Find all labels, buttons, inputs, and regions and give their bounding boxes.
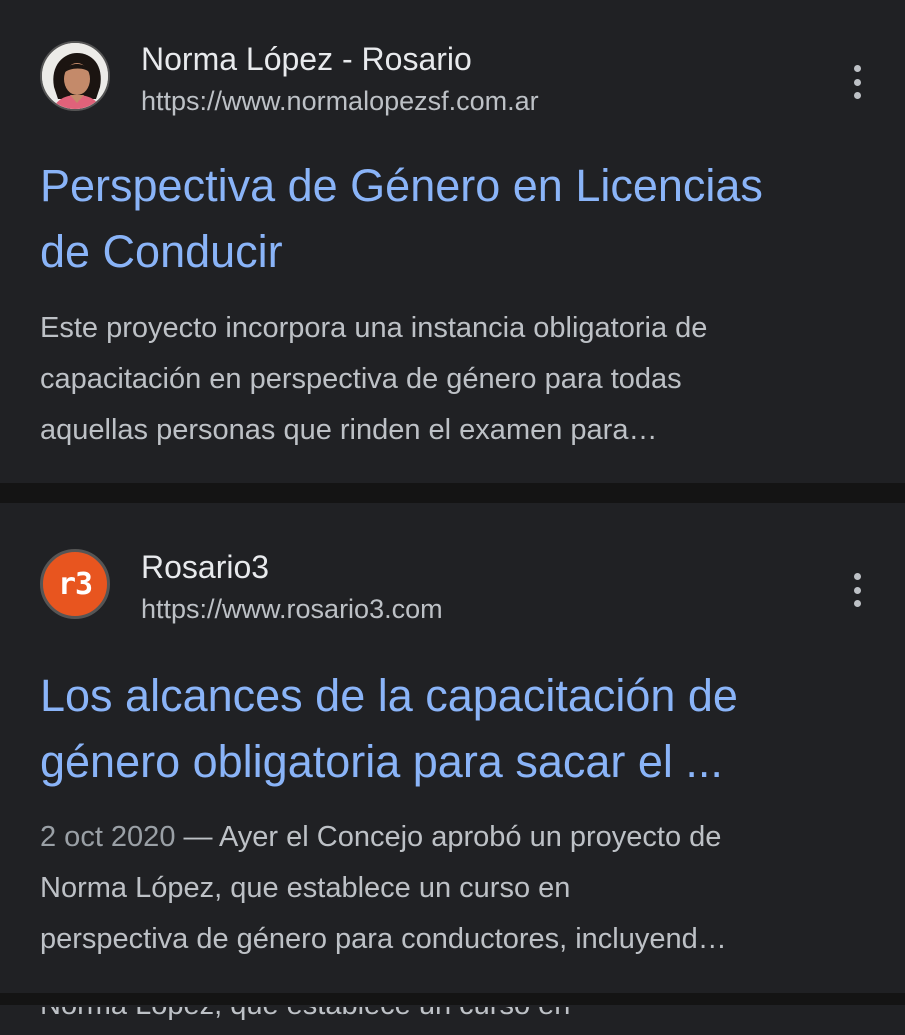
site-name: Rosario3: [141, 549, 270, 585]
search-result-card: Norma López - Rosario https://www.normal…: [0, 0, 905, 483]
title-line: de Conducir: [40, 226, 283, 277]
r3-logo-icon: r3: [40, 549, 110, 619]
snippet-line: Este proyecto incorpora una instancia ob…: [40, 312, 708, 344]
partial-snippet-line: Norma López, que establece un curso en: [40, 1007, 570, 1024]
site-url: https://www.normalopezsf.com.ar: [141, 86, 539, 116]
site-name: Norma López - Rosario: [141, 41, 472, 77]
snippet-line: capacitación en perspectiva de género pa…: [40, 363, 682, 395]
title-line: género obligatoria para sacar el ...: [40, 736, 723, 787]
title-line: Los alcances de la capacitación de: [40, 670, 738, 721]
result-title-link[interactable]: Perspectiva de Género en Licencias de Co…: [40, 153, 870, 285]
snippet-line: aquellas personas que rinden el examen p…: [40, 414, 658, 446]
r3-logo-text: r3: [57, 566, 93, 602]
result-title-link[interactable]: Los alcances de la capacitación de géner…: [40, 663, 870, 795]
title-line: Perspectiva de Género en Licencias: [40, 160, 763, 211]
snippet-line: perspectiva de género para conductores, …: [40, 923, 727, 955]
result-date: 2 oct 2020: [40, 821, 176, 853]
site-url: https://www.rosario3.com: [141, 594, 443, 624]
partial-snippet: Norma López, que establece un curso en: [40, 1007, 570, 1024]
result-snippet: 2 oct 2020 — Ayer el Concejo aprobó un p…: [40, 812, 870, 965]
more-options-icon[interactable]: [849, 65, 865, 99]
snippet-line: Norma López, que establece un curso en: [40, 872, 571, 904]
snippet-line: — Ayer el Concejo aprobó un proyecto de: [175, 821, 722, 853]
result-source-row[interactable]: Norma López - Rosario https://www.normal…: [40, 41, 865, 116]
result-snippet: Este proyecto incorpora una instancia ob…: [40, 303, 870, 456]
more-options-icon[interactable]: [849, 573, 865, 607]
result-source-row[interactable]: r3 Rosario3 https://www.rosario3.com: [40, 549, 865, 624]
person-avatar-icon: [40, 41, 110, 111]
